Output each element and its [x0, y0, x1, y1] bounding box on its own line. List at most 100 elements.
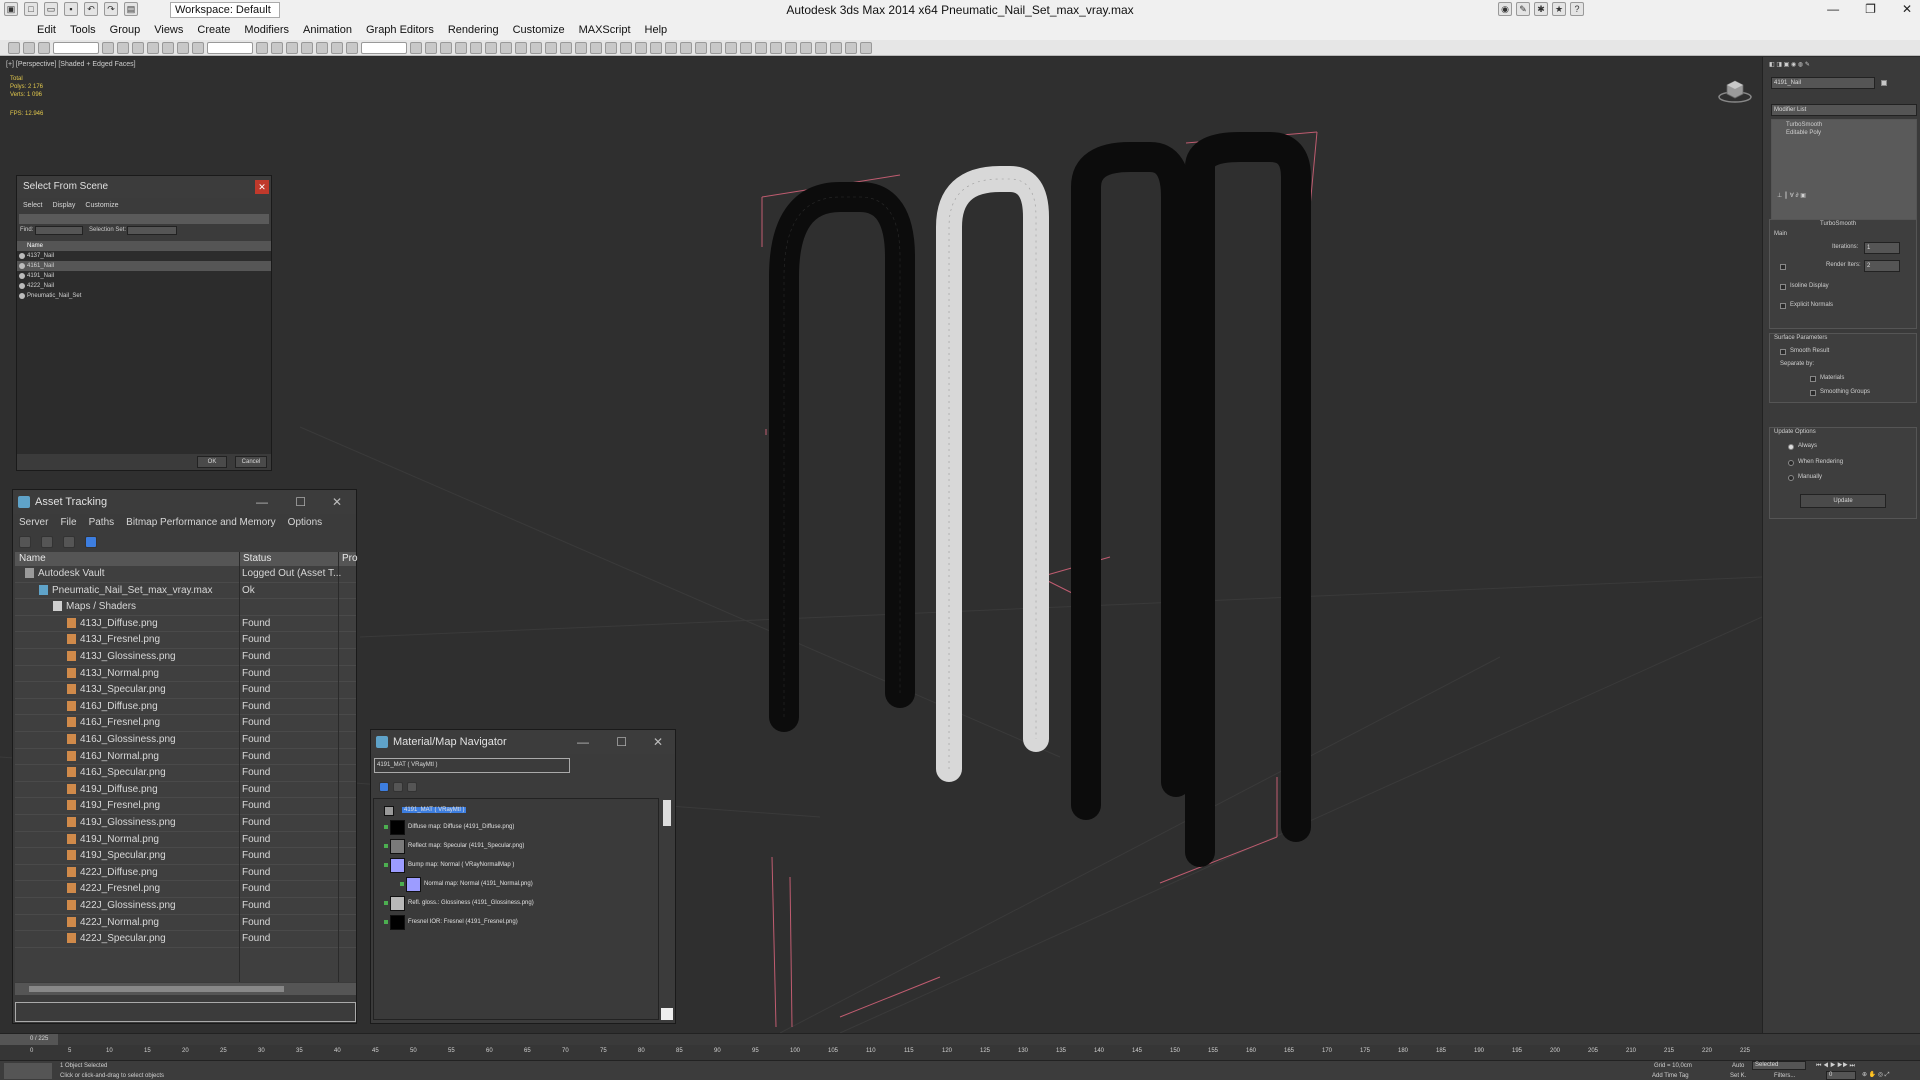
- close-icon[interactable]: ✕: [332, 490, 342, 514]
- at-menu-server[interactable]: Server: [19, 517, 48, 528]
- named-selection-icon[interactable]: [361, 41, 407, 54]
- at-menu-bitmap[interactable]: Bitmap Performance and Memory: [126, 517, 276, 528]
- cameras-icon[interactable]: [575, 41, 587, 54]
- column-divider[interactable]: [239, 552, 240, 982]
- vray-sphere-icon[interactable]: [710, 41, 722, 54]
- explicit-normals-checkbox[interactable]: [1780, 303, 1786, 309]
- edit-named-sets-icon[interactable]: [346, 41, 358, 54]
- key-filters-button[interactable]: Filters...: [1774, 1073, 1795, 1079]
- material-name-field[interactable]: 4191_MAT ( VRayMtl ): [374, 758, 570, 773]
- rendered-frame-icon[interactable]: [530, 41, 542, 54]
- list-item[interactable]: 4161_Nail: [17, 261, 271, 271]
- scale-icon[interactable]: [192, 41, 204, 54]
- close-icon[interactable]: ✕: [653, 730, 663, 754]
- table-row[interactable]: 419J_Fresnel.png Found: [15, 798, 356, 815]
- binoculars-icon[interactable]: ◉: [1498, 2, 1512, 16]
- vray-ies-icon[interactable]: [830, 41, 842, 54]
- rectangle-select-icon[interactable]: [132, 41, 144, 54]
- list-view-icon[interactable]: [41, 536, 53, 548]
- table-row[interactable]: 419J_Glossiness.png Found: [15, 815, 356, 832]
- menu-graph-editors[interactable]: Graph Editors: [359, 24, 441, 36]
- table-row[interactable]: 416J_Specular.png Found: [15, 765, 356, 782]
- bind-space-warp-icon[interactable]: [38, 41, 50, 54]
- select-filter-icon[interactable]: [53, 41, 99, 54]
- list-item[interactable]: Pneumatic_Nail_Set: [17, 291, 271, 301]
- maximize-icon[interactable]: ☐: [616, 730, 627, 754]
- move-icon[interactable]: [162, 41, 174, 54]
- sfs-menu-display[interactable]: Display: [52, 202, 75, 209]
- sfs-menu-customize[interactable]: Customize: [85, 202, 118, 209]
- render-iters-checkbox[interactable]: [1780, 264, 1786, 270]
- render-icon[interactable]: [545, 41, 557, 54]
- vray-fur-icon[interactable]: [680, 41, 692, 54]
- reference-coord-icon[interactable]: [207, 41, 253, 54]
- vray-light-icon[interactable]: [650, 41, 662, 54]
- table-row[interactable]: 422J_Fresnel.png Found: [15, 881, 356, 898]
- mirror-icon[interactable]: [410, 41, 422, 54]
- scrollbar-down-arrow[interactable]: [661, 1008, 673, 1020]
- time-slider-thumb[interactable]: 0 / 225: [0, 1034, 58, 1045]
- minimize-icon[interactable]: —: [577, 730, 589, 754]
- stack-item-turbosmooth[interactable]: TurboSmooth: [1786, 122, 1822, 128]
- vray-mesh-icon[interactable]: [740, 41, 752, 54]
- snap-toggle-icon[interactable]: [286, 41, 298, 54]
- vray-plane-icon[interactable]: [695, 41, 707, 54]
- scrollbar-thumb[interactable]: [29, 986, 284, 992]
- menu-maxscript[interactable]: MAXScript: [572, 24, 638, 36]
- rotate-icon[interactable]: [177, 41, 189, 54]
- spacewarps-icon[interactable]: [605, 41, 617, 54]
- percent-snap-icon[interactable]: [316, 41, 328, 54]
- menu-edit[interactable]: Edit: [30, 24, 63, 36]
- vray-sky-icon[interactable]: [845, 41, 857, 54]
- table-row[interactable]: 413J_Glossiness.png Found: [15, 649, 356, 666]
- angle-snap-icon[interactable]: [301, 41, 313, 54]
- asset-path-field[interactable]: [15, 1002, 356, 1022]
- stack-tools[interactable]: ⊥ ║ ∀ ∂ ▣: [1777, 192, 1806, 199]
- smoothing-groups-checkbox[interactable]: [1810, 390, 1816, 396]
- nail-4222[interactable]: [1185, 132, 1311, 867]
- add-time-tag[interactable]: Add Time Tag: [1652, 1073, 1689, 1079]
- playback-controls[interactable]: ⏮ ◀ ▶ ▶▶ ⏭: [1816, 1063, 1855, 1070]
- table-row[interactable]: 422J_Diffuse.png Found: [15, 865, 356, 882]
- navigation-controls[interactable]: ⊕ ✋ ◎ ⤢: [1862, 1071, 1890, 1079]
- window-crossing-icon[interactable]: [147, 41, 159, 54]
- key-icon[interactable]: ✎: [1516, 2, 1530, 16]
- layer-manager-icon[interactable]: [440, 41, 452, 54]
- table-row[interactable]: 413J_Fresnel.png Found: [15, 632, 356, 649]
- nail-4191[interactable]: [1071, 142, 1191, 820]
- horizontal-scrollbar[interactable]: [15, 983, 356, 995]
- materials-checkbox[interactable]: [1810, 376, 1816, 382]
- manually-radio[interactable]: [1788, 475, 1794, 481]
- vray-bake-icon[interactable]: [785, 41, 797, 54]
- systems-icon[interactable]: [620, 41, 632, 54]
- pivot-icon[interactable]: [256, 41, 268, 54]
- select-object-icon[interactable]: [102, 41, 114, 54]
- table-row[interactable]: Pneumatic_Nail_Set_max_vray.max Ok: [15, 583, 356, 600]
- unlink-icon[interactable]: [23, 41, 35, 54]
- vray-scene-icon[interactable]: [815, 41, 827, 54]
- tools-icon[interactable]: ✱: [1534, 2, 1548, 16]
- lights-icon[interactable]: [560, 41, 572, 54]
- time-slider[interactable]: 0 / 225: [0, 1033, 1920, 1045]
- large-icons-icon[interactable]: [407, 782, 417, 792]
- menu-group[interactable]: Group: [103, 24, 148, 36]
- table-row[interactable]: Maps / Shaders: [15, 599, 356, 616]
- refresh-icon[interactable]: [19, 536, 31, 548]
- help-icon[interactable]: ?: [1570, 2, 1584, 16]
- select-by-name-icon[interactable]: [117, 41, 129, 54]
- curve-editor-icon[interactable]: [470, 41, 482, 54]
- column-divider[interactable]: [338, 552, 339, 982]
- auto-key-button[interactable]: Auto: [1732, 1063, 1744, 1069]
- vray-render-icon[interactable]: [770, 41, 782, 54]
- graphite-ribbon-icon[interactable]: [455, 41, 467, 54]
- column-proxy[interactable]: Pro: [342, 553, 358, 564]
- minimize-icon[interactable]: —: [256, 490, 268, 514]
- select-from-scene-title[interactable]: Select From Scene: [17, 176, 271, 198]
- menu-create[interactable]: Create: [190, 24, 237, 36]
- close-icon[interactable]: ✕: [1902, 2, 1912, 16]
- nail-4161-selected[interactable]: [936, 166, 1049, 782]
- vray-lister-icon[interactable]: [755, 41, 767, 54]
- vray-proxy-icon[interactable]: [665, 41, 677, 54]
- menu-customize[interactable]: Customize: [506, 24, 572, 36]
- object-name-field[interactable]: 4191_Nail: [1771, 77, 1875, 89]
